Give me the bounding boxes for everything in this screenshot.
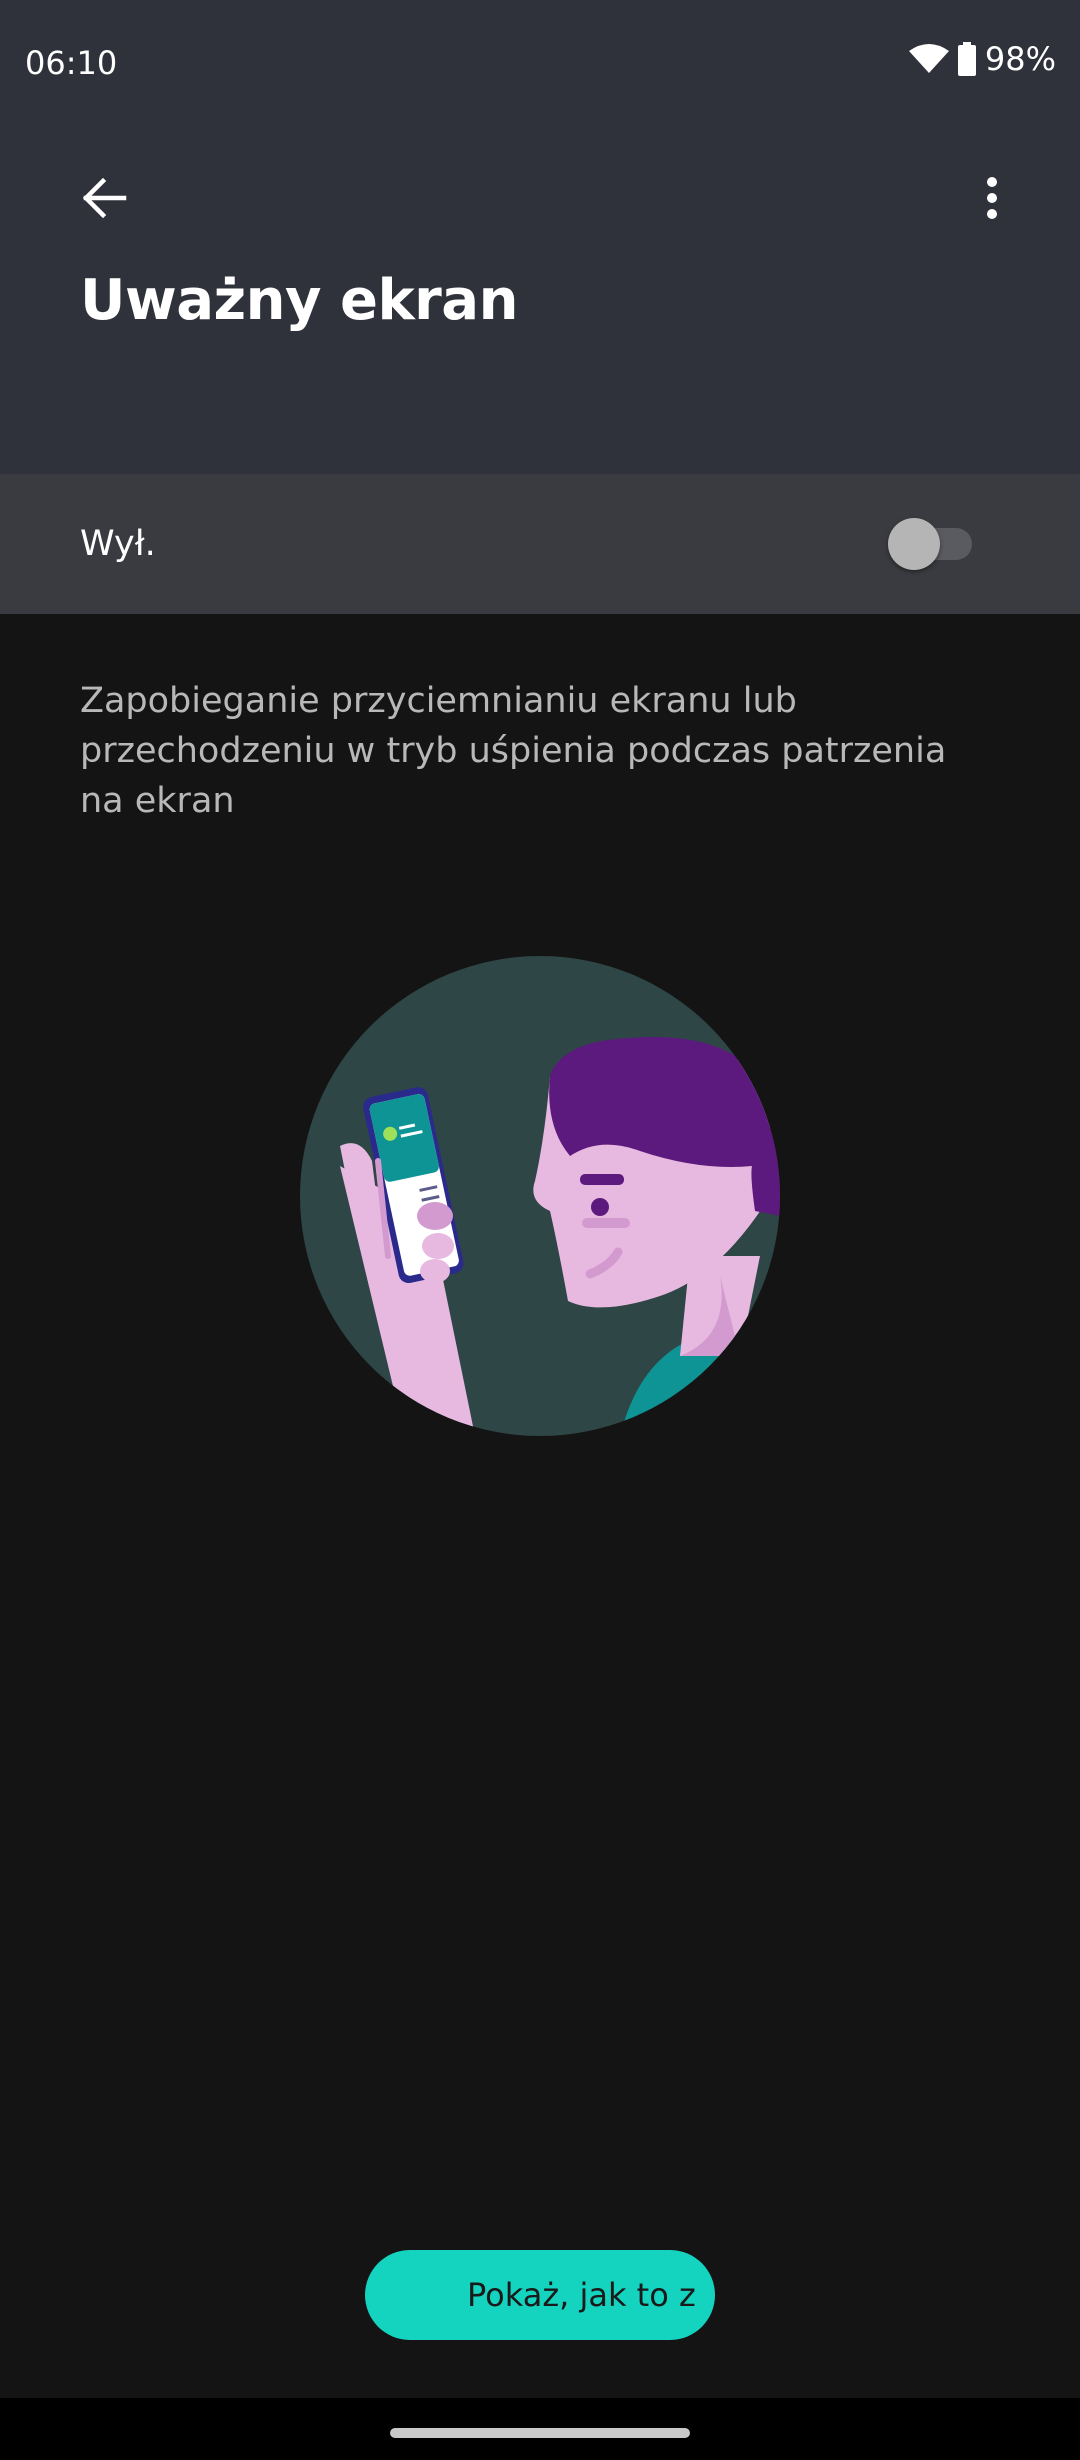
main-toggle-row[interactable]: Wył.	[0, 474, 1080, 614]
home-handle[interactable]	[390, 2428, 690, 2438]
status-time: 06:10	[25, 44, 118, 82]
back-button[interactable]	[64, 160, 144, 240]
page-title: Uważny ekran	[80, 268, 518, 333]
gesture-nav-bar	[0, 2398, 1080, 2460]
status-bar: 06:10 98%	[0, 0, 1080, 130]
screen-attention-illustration	[300, 956, 780, 1436]
overflow-menu-button[interactable]	[952, 160, 1032, 240]
toggle-switch[interactable]	[888, 518, 972, 570]
switch-thumb	[888, 518, 940, 570]
cta-label: Pokaż, jak to z	[467, 2276, 696, 2314]
battery-icon	[957, 42, 977, 76]
header: 06:10 98% Uważny ekran	[0, 0, 1080, 474]
screen: 06:10 98% Uważny ekran Wył. Zapobieganie…	[0, 0, 1080, 2460]
show-how-it-works-button[interactable]: Pokaż, jak to z	[365, 2250, 715, 2340]
wifi-icon	[908, 43, 949, 75]
toggle-label: Wył.	[80, 524, 156, 564]
more-vert-icon	[986, 176, 998, 224]
description-text: Zapobieganie przyciemnianiu ekranu lub p…	[80, 681, 947, 821]
battery-percent: 98%	[984, 40, 1056, 78]
arrow-back-icon	[81, 177, 127, 222]
status-icons: 98%	[908, 40, 1056, 78]
